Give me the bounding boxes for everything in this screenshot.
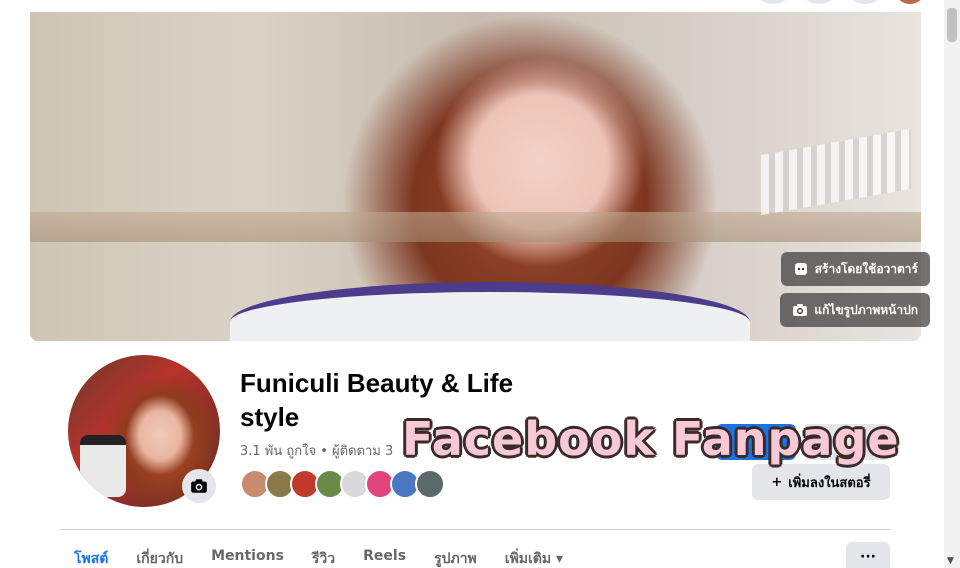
top-account-avatar[interactable] xyxy=(896,0,924,4)
cover-subject-shirt xyxy=(230,282,750,341)
plus-icon: + xyxy=(771,474,783,490)
profile-tabs: โพสต์ เกี่ยวกับ Mentions รีวิว Reels รูป… xyxy=(60,548,577,568)
tab-mentions[interactable]: Mentions xyxy=(197,548,298,568)
edit-cover-label: แก้ไขรูปภาพหน้าปก xyxy=(814,302,918,317)
create-with-avatar-button[interactable]: สร้างโดยใช้อวาตาร์ xyxy=(780,252,930,286)
top-notifications-icon[interactable] xyxy=(848,0,882,4)
facebook-fanpage-overlay-text: Facebook Fanpage xyxy=(402,412,900,466)
profile-divider xyxy=(60,529,890,530)
tab-about[interactable]: เกี่ยวกับ xyxy=(122,548,197,568)
edit-cover-photo-button[interactable]: แก้ไขรูปภาพหน้าปก xyxy=(780,293,930,327)
scrollbar-thumb[interactable] xyxy=(947,8,957,42)
update-profile-picture-button[interactable] xyxy=(182,469,216,503)
tab-posts[interactable]: โพสต์ xyxy=(60,548,122,568)
avatar-icon xyxy=(794,263,807,275)
add-to-story-label: เพิ่มลงในสตอรี่ xyxy=(788,475,871,491)
cover-background-lights xyxy=(761,128,911,216)
create-with-avatar-label: สร้างโดยใช้อวาตาร์ xyxy=(814,261,918,276)
top-messenger-icon[interactable] xyxy=(802,0,836,4)
tab-photos[interactable]: รูปภาพ xyxy=(420,548,491,568)
more-options-button[interactable]: ··· xyxy=(846,542,890,568)
cover-photo xyxy=(30,12,921,341)
scroll-down-arrow-icon[interactable]: ▼ xyxy=(947,556,954,566)
page-likes-followers[interactable]: 3.1 พัน ถูกใจ • ผู้ติดตาม 3 xyxy=(240,440,393,461)
add-to-story-button[interactable]: + เพิ่มลงในสตอรี่ xyxy=(752,464,890,500)
tab-reels[interactable]: Reels xyxy=(349,548,420,568)
tab-more[interactable]: เพิ่มเติม xyxy=(491,548,577,568)
camera-icon xyxy=(793,304,808,316)
camera-icon xyxy=(191,479,207,493)
cover-background-shelf xyxy=(30,212,921,242)
tab-reviews[interactable]: รีวิว xyxy=(298,548,349,568)
profile-picture-cup xyxy=(80,435,126,497)
top-menu-icon[interactable] xyxy=(756,0,790,4)
scrollbar[interactable]: ▼ xyxy=(944,0,960,568)
follower-avatar[interactable] xyxy=(415,469,445,499)
